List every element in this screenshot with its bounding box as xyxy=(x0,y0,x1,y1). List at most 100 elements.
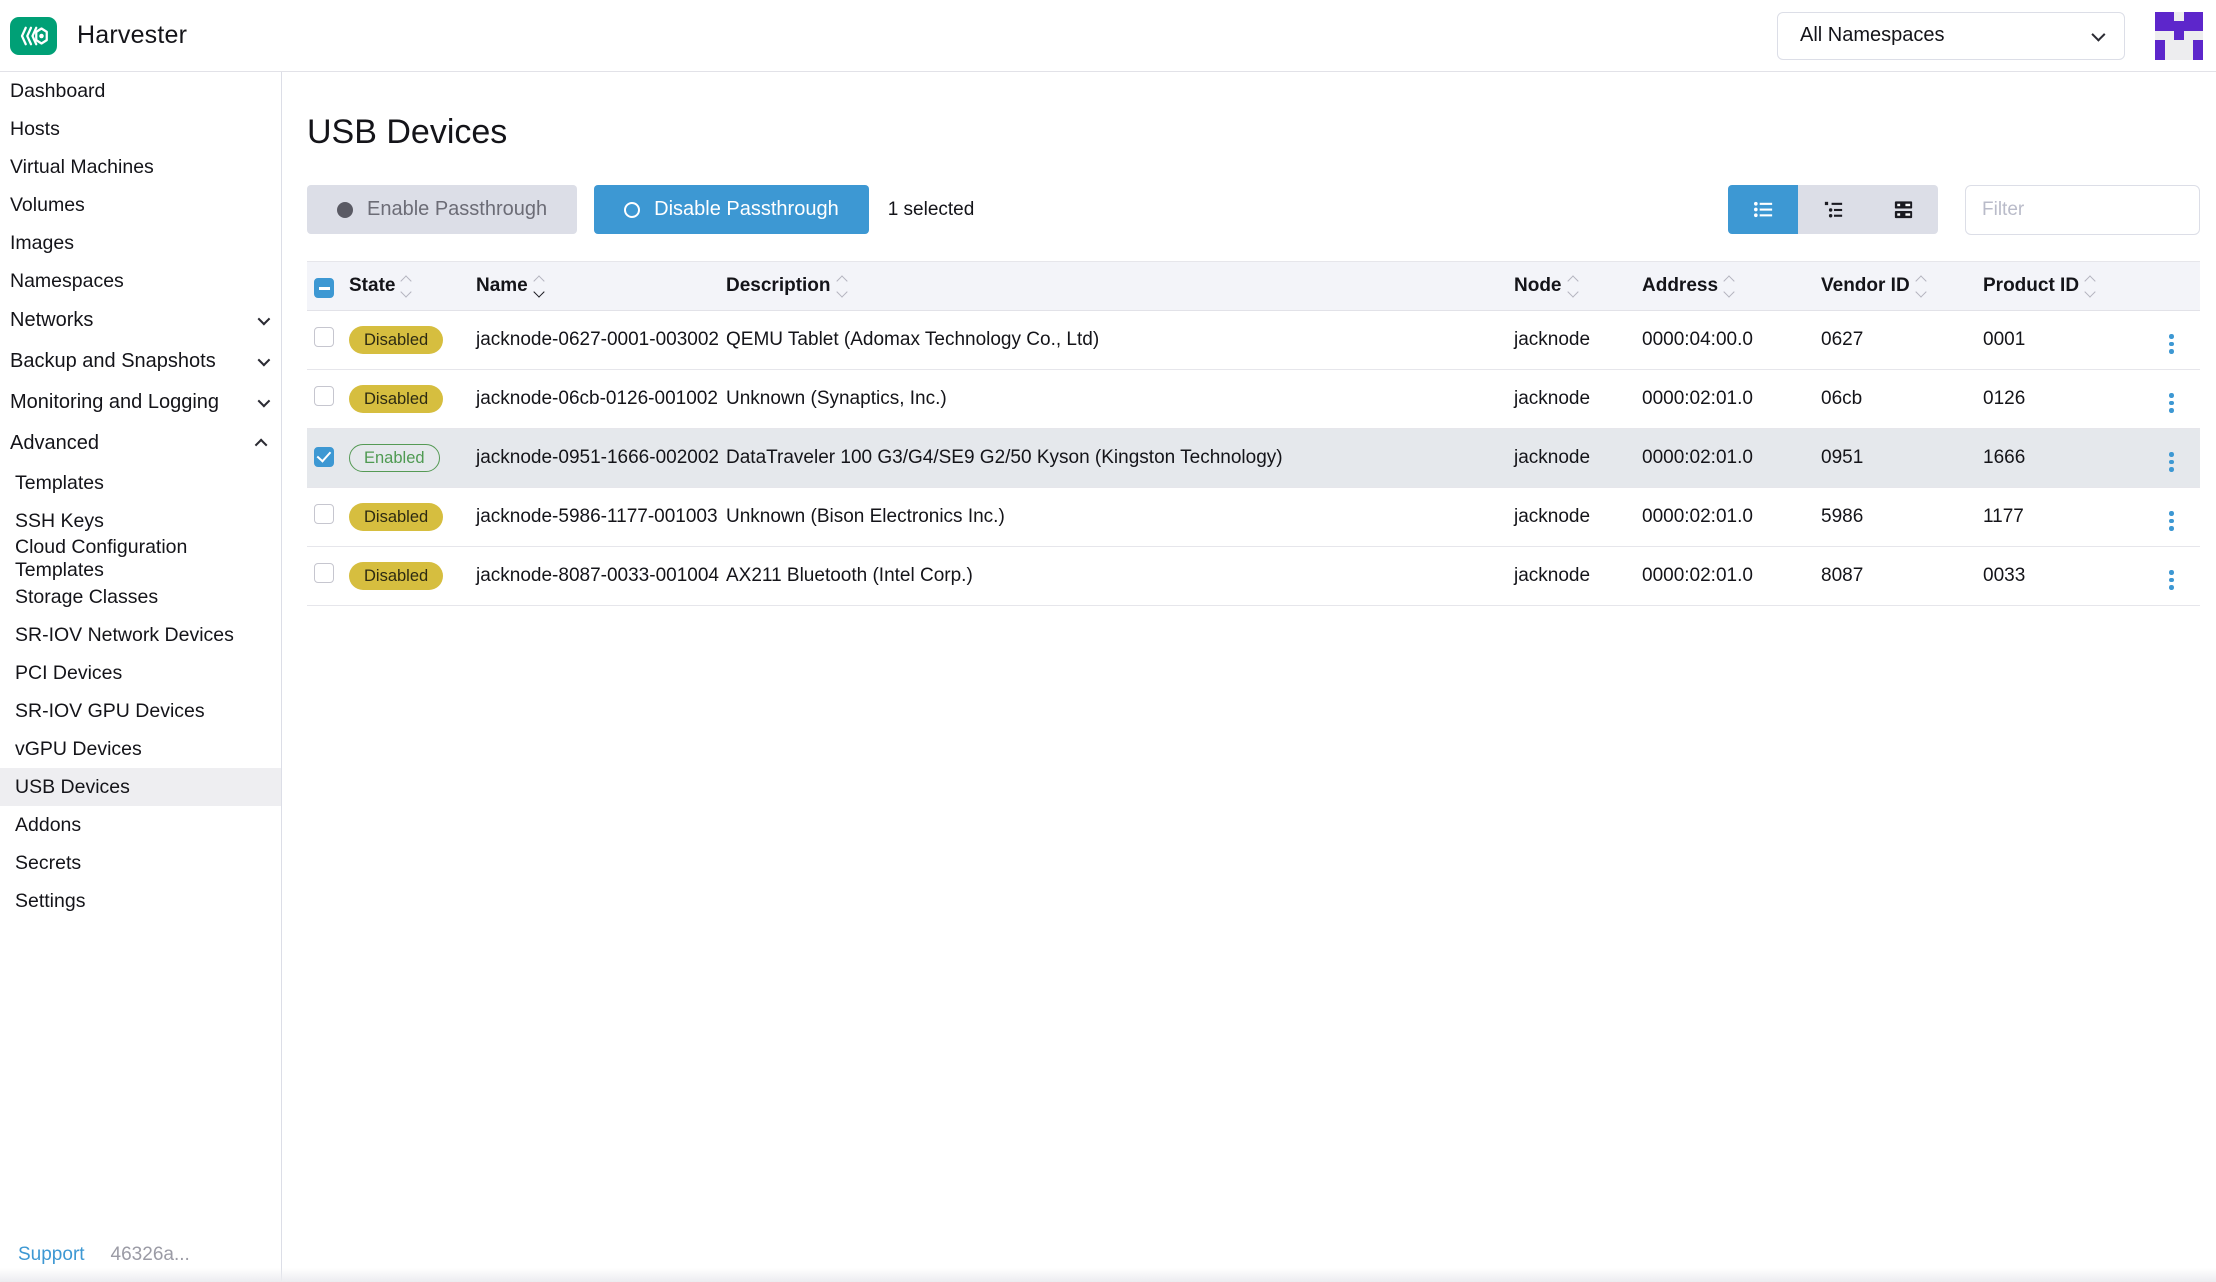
device-product-id: 1177 xyxy=(1983,506,2133,528)
device-address: 0000:02:01.0 xyxy=(1642,565,1821,587)
sidebar-item-settings[interactable]: Settings xyxy=(0,882,281,920)
row-actions-menu[interactable] xyxy=(2165,566,2178,594)
user-avatar[interactable] xyxy=(2155,12,2203,60)
usb-devices-table: State Name Description Node Address Vend… xyxy=(307,261,2200,606)
device-node: jacknode xyxy=(1514,506,1642,528)
sidebar-group-networks[interactable]: Networks xyxy=(0,300,281,341)
table-row[interactable]: Enabled jacknode-0951-1666-002002 DataTr… xyxy=(307,429,2200,488)
sidebar-item-hosts[interactable]: Hosts xyxy=(0,110,281,148)
select-all-checkbox[interactable] xyxy=(314,278,334,298)
sidebar-item-sriov-gpu-devices[interactable]: SR-IOV GPU Devices xyxy=(0,692,281,730)
device-address: 0000:02:01.0 xyxy=(1642,506,1821,528)
selected-count: 1 selected xyxy=(888,199,975,221)
grouped-list-icon xyxy=(1822,198,1845,221)
device-description: Unknown (Bison Electronics Inc.) xyxy=(726,506,1514,528)
filter-input[interactable] xyxy=(1965,185,2200,235)
sidebar-item-cloud-configuration-templates[interactable]: Cloud Configuration Templates xyxy=(0,540,281,578)
view-toggle-group xyxy=(1728,185,1938,234)
column-header-name[interactable]: Name xyxy=(476,275,726,297)
sidebar-item-usb-devices[interactable]: USB Devices xyxy=(0,768,281,806)
harvester-app: Harvester All Namespaces Dashboard Hosts… xyxy=(0,0,2216,1282)
row-actions-menu[interactable] xyxy=(2165,448,2178,476)
brand[interactable]: Harvester xyxy=(10,17,187,55)
sidebar-group-monitoring-and-logging[interactable]: Monitoring and Logging xyxy=(0,382,281,423)
row-checkbox[interactable] xyxy=(314,504,334,524)
toolbar: Enable Passthrough Disable Passthrough 1… xyxy=(307,185,2200,234)
device-description: DataTraveler 100 G3/G4/SE9 G2/50 Kyson (… xyxy=(726,447,1514,469)
sidebar-item-templates[interactable]: Templates xyxy=(0,464,281,502)
device-name: jacknode-0627-0001-003002 xyxy=(476,329,726,351)
sidebar-group-advanced[interactable]: Advanced xyxy=(0,423,281,464)
sort-icon xyxy=(2086,277,2094,296)
sidebar-item-volumes[interactable]: Volumes xyxy=(0,186,281,224)
state-badge: Disabled xyxy=(349,326,443,355)
namespace-selector[interactable]: All Namespaces xyxy=(1777,12,2125,60)
sidebar-item-secrets[interactable]: Secrets xyxy=(0,844,281,882)
column-header-node[interactable]: Node xyxy=(1514,275,1642,297)
disable-passthrough-button[interactable]: Disable Passthrough xyxy=(594,185,869,234)
sidebar-item-ssh-keys[interactable]: SSH Keys xyxy=(0,502,281,540)
table-row[interactable]: Disabled jacknode-06cb-0126-001002 Unkno… xyxy=(307,370,2200,429)
table-header-row: State Name Description Node Address Vend… xyxy=(307,261,2200,311)
support-link[interactable]: Support xyxy=(18,1244,85,1266)
list-view-button[interactable] xyxy=(1728,185,1798,234)
row-actions-menu[interactable] xyxy=(2165,389,2178,417)
column-header-address[interactable]: Address xyxy=(1642,275,1821,297)
sidebar-group-backup-and-snapshots[interactable]: Backup and Snapshots xyxy=(0,341,281,382)
device-name: jacknode-06cb-0126-001002 xyxy=(476,388,726,410)
sidebar-item-virtual-machines[interactable]: Virtual Machines xyxy=(0,148,281,186)
column-header-state[interactable]: State xyxy=(349,275,476,297)
app-title: Harvester xyxy=(77,21,187,50)
state-badge: Disabled xyxy=(349,385,443,414)
row-checkbox[interactable] xyxy=(314,447,334,467)
row-checkbox[interactable] xyxy=(314,386,334,406)
device-vendor-id: 8087 xyxy=(1821,565,1983,587)
sort-icon xyxy=(1917,277,1925,296)
column-header-product-id[interactable]: Product ID xyxy=(1983,275,2133,297)
device-description: QEMU Tablet (Adomax Technology Co., Ltd) xyxy=(726,329,1514,351)
sort-icon xyxy=(1569,277,1577,296)
column-header-description[interactable]: Description xyxy=(726,275,1514,297)
table-row[interactable]: Disabled jacknode-0627-0001-003002 QEMU … xyxy=(307,311,2200,370)
sidebar-item-addons[interactable]: Addons xyxy=(0,806,281,844)
device-product-id: 0001 xyxy=(1983,329,2133,351)
card-view-button[interactable] xyxy=(1868,185,1938,234)
version-label: 46326a... xyxy=(111,1244,190,1266)
table-row[interactable]: Disabled jacknode-8087-0033-001004 AX211… xyxy=(307,547,2200,606)
page-title: USB Devices xyxy=(307,113,2200,152)
filled-circle-icon xyxy=(337,202,353,218)
device-node: jacknode xyxy=(1514,329,1642,351)
main-content: USB Devices Enable Passthrough Disable P… xyxy=(282,72,2216,1282)
list-icon xyxy=(1752,198,1775,221)
column-header-vendor-id[interactable]: Vendor ID xyxy=(1821,275,1983,297)
sidebar-item-images[interactable]: Images xyxy=(0,224,281,262)
row-checkbox[interactable] xyxy=(314,563,334,583)
device-vendor-id: 06cb xyxy=(1821,388,1983,410)
row-actions-menu[interactable] xyxy=(2165,507,2178,535)
device-address: 0000:02:01.0 xyxy=(1642,447,1821,469)
device-name: jacknode-5986-1177-001003 xyxy=(476,506,726,528)
state-badge: Disabled xyxy=(349,503,443,532)
sidebar-footer: Support 46326a... xyxy=(18,1244,190,1266)
row-actions-menu[interactable] xyxy=(2165,330,2178,358)
sidebar-item-sriov-network-devices[interactable]: SR-IOV Network Devices xyxy=(0,616,281,654)
horizontal-scrollbar-track[interactable] xyxy=(0,1268,2216,1282)
row-checkbox[interactable] xyxy=(314,327,334,347)
sidebar-item-storage-classes[interactable]: Storage Classes xyxy=(0,578,281,616)
sort-icon xyxy=(402,277,410,296)
table-row[interactable]: Disabled jacknode-5986-1177-001003 Unkno… xyxy=(307,488,2200,547)
device-name: jacknode-8087-0033-001004 xyxy=(476,565,726,587)
sort-icon xyxy=(838,277,846,296)
grouped-view-button[interactable] xyxy=(1798,185,1868,234)
chevron-up-icon xyxy=(255,439,268,452)
sort-desc-icon xyxy=(535,277,543,296)
sidebar-item-dashboard[interactable]: Dashboard xyxy=(0,72,281,110)
sidebar-item-namespaces[interactable]: Namespaces xyxy=(0,262,281,300)
chevron-down-icon xyxy=(258,313,271,326)
device-address: 0000:04:00.0 xyxy=(1642,329,1821,351)
device-description: Unknown (Synaptics, Inc.) xyxy=(726,388,1514,410)
sidebar-item-vgpu-devices[interactable]: vGPU Devices xyxy=(0,730,281,768)
sidebar-item-pci-devices[interactable]: PCI Devices xyxy=(0,654,281,692)
enable-passthrough-button[interactable]: Enable Passthrough xyxy=(307,185,577,234)
device-vendor-id: 5986 xyxy=(1821,506,1983,528)
